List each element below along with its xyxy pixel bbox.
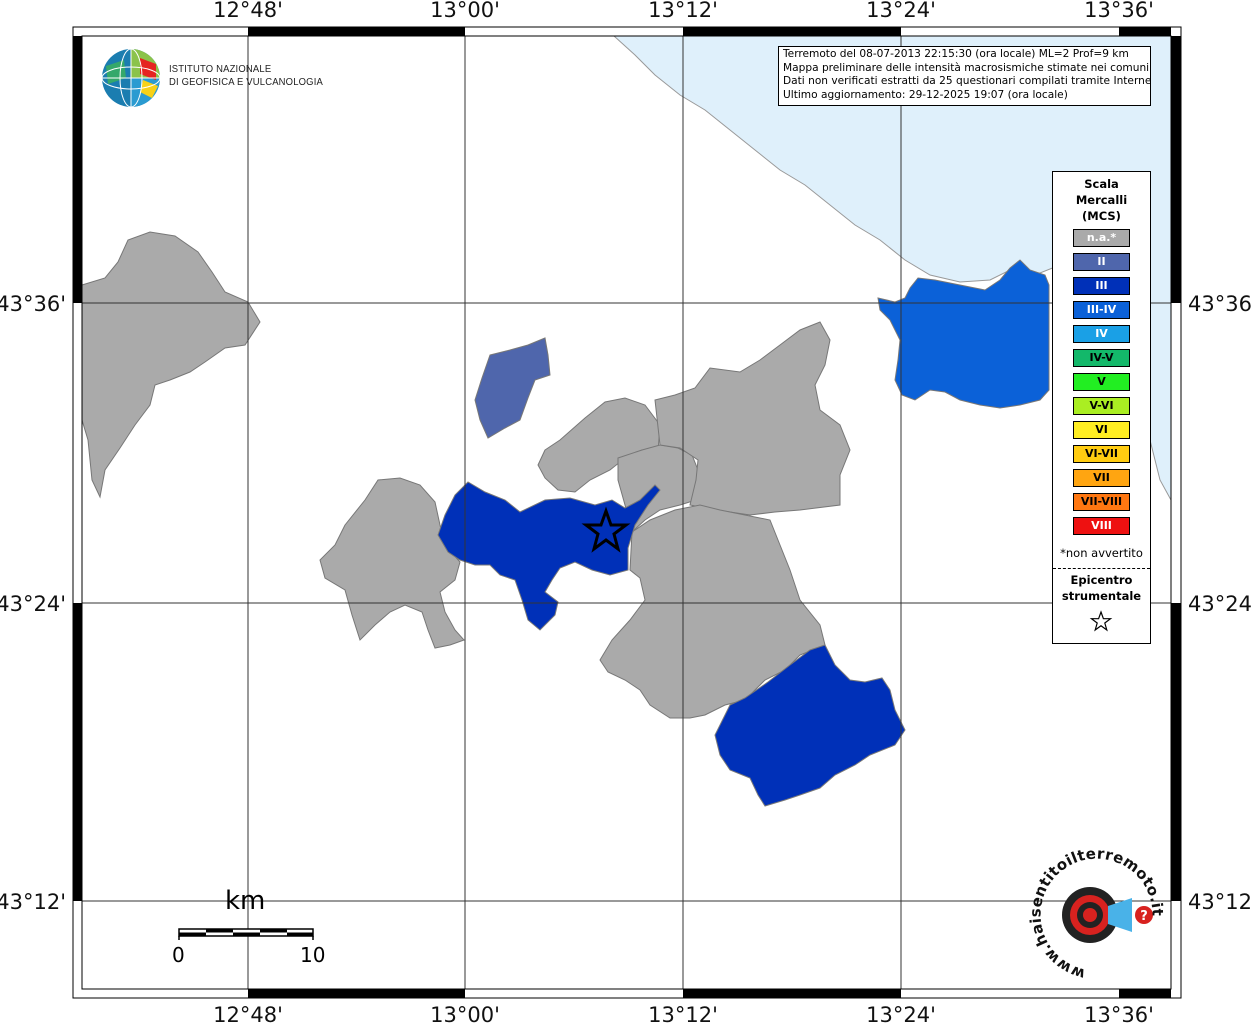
lon-label: 13°00' xyxy=(430,1003,500,1024)
lat-label: 43°12' xyxy=(1188,890,1254,914)
legend-swatch: IV-V xyxy=(1073,349,1130,367)
lon-label: 13°36' xyxy=(1084,0,1154,22)
ingv-logo-icon xyxy=(101,48,161,108)
scale-end-label: 10 xyxy=(300,943,326,967)
legend-epicentre-line: Epicentro xyxy=(1070,573,1133,587)
event-info-line: Terremoto del 08-07-2013 22:15:30 (ora l… xyxy=(783,48,1129,60)
intensity-legend: Scala Mercalli (MCS) n.a.* II III III-IV IV I… xyxy=(1052,171,1151,644)
bottom-longitude-labels: 12°48' 13°00' 13°12' 13°24' 13°36' xyxy=(213,1003,1154,1024)
lon-label: 13°24' xyxy=(866,1003,936,1024)
lon-label: 13°00' xyxy=(430,0,500,22)
lat-label: 43°36' xyxy=(0,292,66,316)
lon-label: 12°48' xyxy=(213,1003,283,1024)
legend-note: *non avvertito xyxy=(1060,546,1143,560)
lon-label: 13°24' xyxy=(866,0,936,22)
legend-swatch: VII xyxy=(1073,469,1130,487)
legend-swatch: V xyxy=(1073,373,1130,391)
event-info-line: Ultimo aggiornamento: 29-12-2025 19:07 (… xyxy=(783,88,1068,101)
legend-star-icon xyxy=(1089,610,1113,632)
legend-epicentre-line: strumentale xyxy=(1061,589,1142,603)
lon-label: 13°12' xyxy=(648,1003,718,1024)
legend-swatch: III xyxy=(1073,277,1130,295)
lat-label: 43°12' xyxy=(0,890,66,914)
lon-label: 12°48' xyxy=(213,0,283,22)
legend-title-line: Scala xyxy=(1084,177,1119,191)
legend-title-line: (MCS) xyxy=(1082,209,1121,223)
svg-text:?: ? xyxy=(1140,909,1148,924)
top-longitude-labels: 12°48' 13°00' 13°12' 13°24' 13°36' xyxy=(213,0,1154,22)
legend-swatch: III-IV xyxy=(1073,301,1130,319)
lat-label: 43°24' xyxy=(0,592,66,616)
legend-swatch: II xyxy=(1073,253,1130,271)
legend-swatch: VI xyxy=(1073,421,1130,439)
event-info-line: Dati non verificati estratti da 25 quest… xyxy=(783,75,1151,87)
lon-label: 13°12' xyxy=(648,0,718,22)
event-info-box: Terremoto del 08-07-2013 22:15:30 (ora l… xyxy=(778,46,1151,106)
ingv-line1: ISTITUTO NAZIONALE xyxy=(169,63,272,75)
right-latitude-labels: 43°36' 43°24' 43°12' xyxy=(1188,292,1254,914)
legend-title-line: Mercalli xyxy=(1075,193,1128,207)
legend-swatch: IV xyxy=(1073,325,1130,343)
legend-swatch: VII-VIII xyxy=(1073,493,1130,511)
lon-label: 13°36' xyxy=(1084,1003,1154,1024)
lat-label: 43°24' xyxy=(1188,592,1254,616)
lat-label: 43°36' xyxy=(1188,292,1254,316)
legend-separator xyxy=(1053,568,1150,569)
legend-swatch: VI-VII xyxy=(1073,445,1130,463)
ingv-logo-text: ISTITUTO NAZIONALE DI GEOFISICA E VULCAN… xyxy=(169,63,323,88)
legend-epicentre-label: Epicentro strumentale xyxy=(1053,572,1150,604)
legend-swatch: n.a.* xyxy=(1073,229,1130,247)
legend-title: Scala Mercalli (MCS) xyxy=(1053,176,1150,224)
left-latitude-labels: 43°36' 43°24' 43°12' xyxy=(0,292,66,914)
legend-swatch: VIII xyxy=(1073,517,1130,535)
scale-start-label: 0 xyxy=(172,943,185,967)
event-info-line: Mappa preliminare delle intensità macros… xyxy=(783,61,1150,74)
legend-swatch: V-VI xyxy=(1073,397,1130,415)
ingv-line2: DI GEOFISICA E VULCANOLOGIA xyxy=(169,75,323,88)
scale-unit-label: km xyxy=(225,886,266,916)
